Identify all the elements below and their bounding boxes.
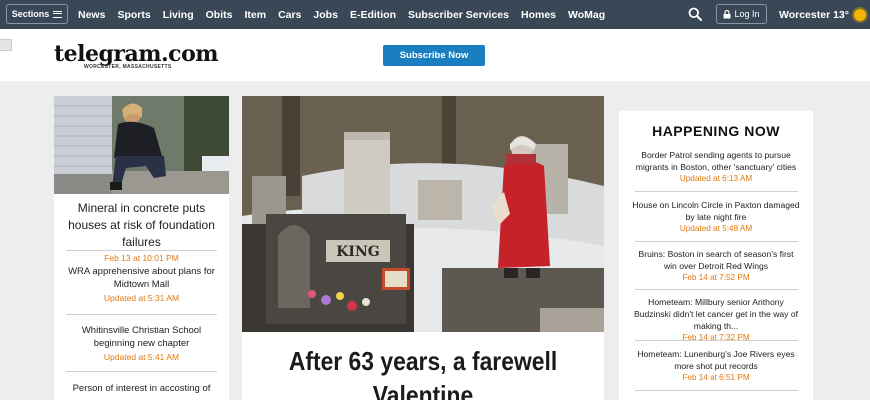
login-button[interactable]: Log In — [716, 4, 767, 24]
menu-icon — [53, 10, 63, 18]
divider — [635, 191, 798, 192]
sun-icon — [853, 8, 866, 21]
happening-story-2[interactable]: House on Lincoln Circle in Paxton damage… — [631, 199, 801, 233]
happening-now-title: HAPPENING NOW — [652, 123, 780, 139]
happening-now-panel: HAPPENING NOW Border Patrol sending agen… — [619, 111, 813, 400]
divider — [635, 340, 798, 341]
lock-icon — [723, 9, 731, 18]
featured-headline[interactable]: After 63 years, a farewell Valentine — [264, 344, 583, 400]
nav-link-item[interactable]: Item — [244, 9, 266, 21]
divider — [66, 371, 217, 372]
side-tab[interactable] — [0, 39, 12, 51]
center-column: KING After 63 years, a farewell Valentin… — [242, 96, 604, 400]
nav-link-cars[interactable]: Cars — [278, 9, 301, 21]
story-headline[interactable]: Border Patrol sending agents to pursue m… — [631, 149, 801, 173]
left-story-1[interactable]: Mineral in concrete puts houses at risk … — [54, 200, 229, 263]
nav-link-sports[interactable]: Sports — [117, 9, 150, 21]
happening-story-3[interactable]: Bruins: Boston in search of season's fir… — [631, 248, 801, 282]
divider — [635, 241, 798, 242]
nav-link-news[interactable]: News — [78, 9, 105, 21]
top-nav: Sections News Sports Living Obits Item C… — [0, 0, 870, 29]
featured-photo[interactable]: KING — [242, 96, 604, 332]
weather-text: Worcester 13° — [779, 8, 849, 21]
story-timestamp: Updated at 5:48 AM — [679, 224, 753, 233]
story-headline[interactable]: Hometeam: Lunenburg's Joe Rivers eyes mo… — [631, 348, 801, 372]
nav-link-e-edition[interactable]: E-Edition — [350, 9, 396, 21]
happening-story-1[interactable]: Border Patrol sending agents to pursue m… — [631, 149, 801, 183]
login-label: Log In — [734, 9, 760, 19]
story-timestamp: Updated at 5:31 AM — [103, 293, 180, 303]
nav-links: News Sports Living Obits Item Cars Jobs … — [78, 0, 605, 29]
story-headline[interactable]: Bruins: Boston in search of season's fir… — [631, 248, 801, 272]
search-icon[interactable] — [688, 7, 702, 21]
story-timestamp: Feb 14 at 6:51 PM — [682, 373, 750, 382]
story-headline[interactable]: WRA apprehensive about plans for Midtown… — [54, 265, 229, 291]
happening-story-4[interactable]: Hometeam: Millbury senior Anthony Budzin… — [631, 296, 801, 342]
happening-story-5[interactable]: Hometeam: Lunenburg's Joe Rivers eyes mo… — [631, 348, 801, 382]
story-timestamp: Updated at 6:13 AM — [679, 174, 753, 183]
nav-link-jobs[interactable]: Jobs — [313, 9, 338, 21]
left-column: Mineral in concrete puts houses at risk … — [54, 96, 229, 400]
story-timestamp: Feb 14 at 7:52 PM — [682, 273, 750, 282]
site-header: telegram.com WORCESTER, MASSACHUSETTS Su… — [0, 29, 870, 81]
gravestone-text: KING — [336, 244, 379, 260]
left-story-2[interactable]: WRA apprehensive about plans for Midtown… — [54, 265, 229, 303]
divider — [635, 390, 798, 391]
story-headline[interactable]: Person of interest in accosting of — [54, 382, 229, 395]
story-headline[interactable]: Whitinsville Christian School beginning … — [54, 324, 229, 350]
nav-link-subscriber-services[interactable]: Subscriber Services — [408, 9, 509, 21]
nav-link-living[interactable]: Living — [163, 9, 194, 21]
weather-widget[interactable]: Worcester 13° — [779, 0, 866, 29]
logo-subtitle: WORCESTER, MASSACHUSETTS — [84, 64, 172, 70]
story-headline[interactable]: Hometeam: Millbury senior Anthony Budzin… — [631, 296, 801, 332]
sections-button[interactable]: Sections — [6, 4, 68, 24]
nav-link-womag[interactable]: WoMag — [568, 9, 605, 21]
divider — [635, 289, 798, 290]
left-story-photo[interactable] — [54, 96, 229, 194]
divider — [66, 250, 217, 251]
story-headline[interactable]: House on Lincoln Circle in Paxton damage… — [631, 199, 801, 223]
sections-label: Sections — [11, 9, 50, 19]
story-timestamp: Feb 13 at 10:01 PM — [104, 253, 179, 263]
subscribe-button[interactable]: Subscribe Now — [383, 45, 485, 66]
story-timestamp: Updated at 5:41 AM — [103, 352, 180, 362]
nav-link-obits[interactable]: Obits — [206, 9, 233, 21]
left-story-4[interactable]: Person of interest in accosting of — [54, 382, 229, 395]
divider — [66, 314, 217, 315]
left-story-3[interactable]: Whitinsville Christian School beginning … — [54, 324, 229, 362]
nav-link-homes[interactable]: Homes — [521, 9, 556, 21]
story-headline[interactable]: Mineral in concrete puts houses at risk … — [54, 200, 229, 251]
